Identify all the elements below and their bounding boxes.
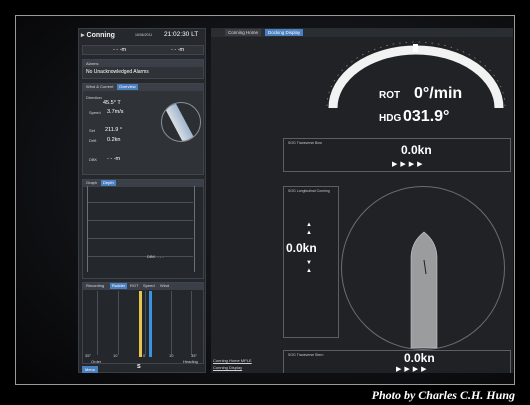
sog-transverse-bow-panel: SOG Transverse Bow 0.0kn ▶▶▶▶ — [283, 138, 511, 172]
set-label: Set — [89, 128, 96, 133]
depth-readout-row: - - -m - - -m — [82, 45, 204, 55]
tab-depth[interactable]: Depth — [101, 180, 116, 186]
scale-label: 35° — [191, 353, 198, 358]
panel-date: 16/06/2011 — [135, 33, 153, 37]
tab-conning-home[interactable]: Conning Home — [225, 29, 262, 36]
grid-line — [87, 202, 193, 203]
photo-credit: Photo by Charles C.H. Hung — [371, 388, 515, 402]
tab-speed[interactable]: Speed — [141, 283, 157, 289]
bottom-icons[interactable]: S — [137, 364, 141, 370]
wind-needle-icon — [163, 103, 197, 141]
panel-time: 21:02:30 LT — [164, 31, 199, 38]
scale-label: 10 — [113, 353, 118, 358]
scale-line — [118, 291, 119, 355]
hdg-label: HDG — [379, 113, 402, 124]
wind-compass — [161, 102, 201, 142]
grid-line — [87, 220, 193, 221]
rudder-tabs: Recording Rudder ROT Speed Wind — [83, 283, 203, 290]
drift-label: Drift — [89, 138, 97, 143]
direction-label: Direction — [86, 95, 102, 100]
hdg-value: 031.9° — [403, 108, 450, 125]
menu-button[interactable]: Menu — [82, 366, 99, 373]
footer-link-conning-display[interactable]: Conning Display — [213, 365, 242, 370]
forward-arrows-icon: ▲ ▲ — [306, 222, 312, 236]
panel-title-text: Conning — [86, 32, 115, 39]
depth-right-value: - - -m — [171, 47, 185, 53]
tab-rudder[interactable]: Rudder — [110, 283, 128, 289]
collapse-arrow-icon[interactable]: ▸ — [81, 32, 85, 39]
alarms-header: Alarms — [83, 60, 203, 67]
alarms-text: No Unacknowledged Alarms — [86, 69, 149, 75]
rot-pointer-icon — [413, 44, 418, 52]
set-value: 211.9 ° — [105, 127, 123, 133]
tab-rot[interactable]: ROT — [128, 283, 140, 289]
speed-value: 3.7m/s — [107, 109, 124, 115]
bow-panel-title: SOG Transverse Bow — [288, 141, 322, 145]
scale-line — [145, 291, 146, 355]
tab-wind[interactable]: Wind — [158, 283, 171, 289]
legend-heading: Heading — [183, 359, 198, 364]
alarms-box[interactable]: Alarms No Unacknowledged Alarms — [82, 59, 204, 79]
footer-link-conning-home[interactable]: Conning Home MPLE — [213, 358, 252, 363]
panel-title: ▸ Conning — [81, 31, 115, 39]
tab-overview[interactable]: Overview — [117, 84, 138, 90]
bow-arrows-icon: ▶▶▶▶ — [392, 161, 426, 168]
main-tabs: Conning Home Docking Display — [211, 28, 513, 37]
scale-line — [171, 291, 172, 355]
conning-side-panel: ▸ Conning 16/06/2011 21:02:30 LT - - -m -… — [78, 28, 206, 373]
wind-tabs: Wind & Current Overview — [83, 84, 203, 91]
scale-line — [97, 291, 98, 355]
rudder-order-bar — [139, 291, 142, 357]
graph-readout: DBK: - - - — [147, 254, 164, 259]
depth-graph: Graph Depth DBK: - - - — [82, 179, 204, 279]
speed-label: Speed — [89, 110, 101, 115]
sog-longitudinal-panel: SOG Longitudinal Conning ▲ ▲ 0.0kn ▼ ▲ — [283, 186, 339, 338]
longitudinal-speed-value: 0.0kn — [286, 241, 317, 255]
stern-arrows-icon: ▶▶▶▶ — [396, 366, 430, 373]
rudder-heading-bar — [149, 291, 152, 357]
stern-panel-title: SOG Transverse Stern — [288, 353, 324, 357]
bow-speed-value: 0.0kn — [401, 143, 432, 157]
grid-line — [87, 238, 193, 239]
graph-tabs: Graph Depth — [83, 180, 203, 187]
tab-docking-display[interactable]: Docking Display — [265, 29, 304, 36]
drift-value: 0.2kn — [107, 137, 121, 143]
tab-wind-current[interactable]: Wind & Current — [84, 84, 115, 90]
scale-label: 0 — [143, 353, 146, 358]
scale-line — [191, 291, 192, 355]
sog-transverse-stern-panel: SOG Transverse Stern 0.0kn ▶▶▶▶ — [283, 350, 511, 373]
rudder-graph: Recording Rudder ROT Speed Wind 35° 10 0… — [82, 282, 204, 364]
rot-value: 0°/min — [414, 85, 463, 102]
rot-label: ROT — [379, 90, 401, 101]
wind-current-box: Wind & Current Overview Direction 45.5° … — [82, 83, 204, 175]
y-axis — [87, 186, 88, 272]
y-axis-right — [194, 186, 195, 272]
direction-value: 45.5° T — [103, 100, 121, 106]
alarms-header-label: Alarms — [86, 61, 99, 66]
dbk-label: DBK — [89, 157, 98, 162]
dbk-value: - - -m — [107, 156, 121, 162]
tab-recording[interactable]: Recording — [84, 283, 106, 289]
stern-speed-value: 0.0kn — [404, 351, 435, 365]
longitudinal-panel-title: SOG Longitudinal Conning — [288, 189, 330, 193]
legend-order: Order — [91, 359, 102, 364]
grid-line — [87, 256, 193, 257]
scale-label: 35° — [85, 353, 92, 358]
ship-icon — [410, 231, 438, 349]
scale-label: 10 — [169, 353, 174, 358]
photo-frame: ▸ Conning 16/06/2011 21:02:30 LT - - -m -… — [15, 15, 515, 385]
docking-display: Conning Home Docking Display ROT 0°/min … — [211, 28, 513, 373]
depth-left-value: - - -m — [113, 47, 127, 53]
aft-arrows-icon: ▼ ▲ — [306, 260, 312, 274]
